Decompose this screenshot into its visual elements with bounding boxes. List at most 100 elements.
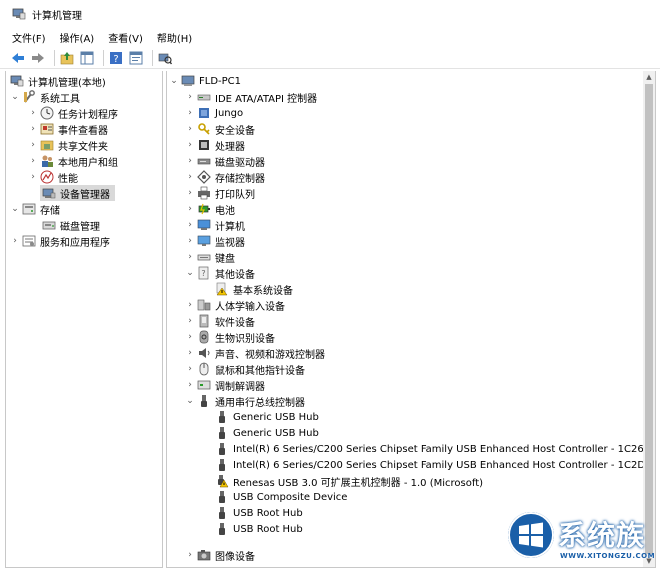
chevron-right-icon[interactable]: › [28, 137, 38, 153]
tree-item-label: 系统工具 [40, 93, 80, 105]
device-category-jungo[interactable]: › Jungo [185, 105, 244, 121]
device-tree-root[interactable]: ⌄ FLD-PC1 [169, 73, 242, 89]
device-usb-hub[interactable]: Generic USB Hub [213, 409, 320, 425]
chevron-right-icon[interactable]: › [185, 185, 195, 201]
device-category-usb-controllers[interactable]: ⌄ 通用串行总线控制器 [185, 393, 306, 409]
tree-item-performance[interactable]: › 性能 [28, 169, 79, 185]
chevron-right-icon[interactable]: › [28, 105, 38, 121]
tree-item-label: 任务计划程序 [58, 109, 118, 121]
scroll-thumb[interactable] [645, 84, 653, 554]
device-usb-host-controller-1c2d[interactable]: Intel(R) 6 Series/C200 Series Chipset Fa… [213, 457, 646, 473]
device-label: 人体学输入设备 [215, 301, 285, 313]
chevron-down-icon[interactable]: ⌄ [185, 265, 195, 281]
tree-item-system-tools[interactable]: ⌄ 系统工具 [10, 89, 81, 105]
menu-help[interactable]: 帮助(H) [157, 30, 192, 45]
device-usb-root-hub[interactable]: USB Root Hub [213, 505, 304, 521]
device-category-other-devices[interactable]: ⌄ ? 其他设备 [185, 265, 256, 281]
tree-item-device-manager[interactable]: 设备管理器 [40, 185, 115, 201]
users-icon [40, 154, 54, 168]
chevron-down-icon[interactable]: ⌄ [185, 393, 195, 409]
toolbar-separator [152, 49, 153, 66]
device-category-storage-controllers[interactable]: › 存储控制器 [185, 169, 266, 185]
device-category-print-queues[interactable]: › 打印队列 [185, 185, 256, 201]
computer-management-icon [10, 74, 24, 88]
device-label: 安全设备 [215, 125, 255, 137]
device-category-imaging[interactable]: › 图像设备 [185, 547, 256, 563]
device-category-batteries[interactable]: › 电池 [185, 201, 236, 217]
modem-icon [197, 378, 211, 392]
menu-file[interactable]: 文件(F) [12, 30, 46, 45]
chevron-down-icon[interactable]: ⌄ [10, 89, 20, 105]
vertical-scrollbar[interactable]: ▲ ▼ [643, 71, 655, 567]
chevron-right-icon[interactable]: › [185, 201, 195, 217]
scroll-up-icon[interactable]: ▲ [643, 71, 655, 83]
device-label: 基本系统设备 [233, 285, 293, 297]
device-renesas-usb3[interactable]: Renesas USB 3.0 可扩展主机控制器 - 1.0 (Microsof… [213, 473, 484, 489]
chevron-right-icon[interactable]: › [185, 233, 195, 249]
device-base-system-device[interactable]: 基本系统设备 [213, 281, 294, 297]
chevron-right-icon[interactable]: › [185, 313, 195, 329]
chevron-right-icon[interactable]: › [185, 89, 195, 105]
menu-view[interactable]: 查看(V) [108, 30, 143, 45]
svg-text:?: ? [201, 269, 205, 278]
chevron-down-icon[interactable]: ⌄ [169, 73, 179, 89]
chevron-down-icon[interactable]: ⌄ [10, 201, 20, 217]
tree-item-disk-management[interactable]: 磁盘管理 [40, 217, 101, 233]
chevron-right-icon[interactable]: › [28, 169, 38, 185]
device-usb-host-controller-1c26[interactable]: Intel(R) 6 Series/C200 Series Chipset Fa… [213, 441, 645, 457]
chevron-right-icon[interactable]: › [185, 249, 195, 265]
device-tree-root-label: FLD-PC1 [199, 75, 242, 87]
properties-icon[interactable] [128, 50, 144, 66]
device-category-processor[interactable]: › 处理器 [185, 137, 246, 153]
device-category-security[interactable]: › 安全设备 [185, 121, 256, 137]
tree-item-services-applications[interactable]: › 服务和应用程序 [10, 233, 111, 249]
tree-item-computer-management[interactable]: 计算机管理(本地) [8, 73, 107, 89]
chevron-right-icon[interactable]: › [185, 377, 195, 393]
device-category-software-devices[interactable]: › 软件设备 [185, 313, 256, 329]
help-icon[interactable]: ? [108, 50, 124, 66]
tree-item-task-scheduler[interactable]: › 任务计划程序 [28, 105, 119, 121]
scan-hardware-icon[interactable] [157, 50, 173, 66]
tree-item-local-users-groups[interactable]: › 本地用户和组 [28, 153, 119, 169]
device-usb-hub[interactable]: Generic USB Hub [213, 425, 320, 441]
forward-icon[interactable] [30, 50, 46, 66]
device-category-monitors[interactable]: › 监视器 [185, 233, 246, 249]
tree-item-label: 磁盘管理 [60, 221, 100, 233]
chevron-right-icon[interactable]: › [185, 361, 195, 377]
chevron-right-icon[interactable]: › [185, 153, 195, 169]
device-category-ide[interactable]: › IDE ATA/ATAPI 控制器 [185, 89, 318, 105]
chevron-right-icon[interactable]: › [185, 345, 195, 361]
chevron-right-icon[interactable]: › [10, 233, 20, 249]
device-category-keyboards[interactable]: › 键盘 [185, 249, 236, 265]
back-icon[interactable] [10, 50, 26, 66]
show-hide-tree-icon[interactable] [79, 50, 95, 66]
device-usb-root-hub[interactable]: USB Root Hub [213, 521, 304, 537]
printer-icon [197, 186, 211, 200]
menu-action[interactable]: 操作(A) [60, 30, 95, 45]
chevron-right-icon[interactable]: › [28, 153, 38, 169]
device-label: Generic USB Hub [233, 411, 319, 423]
device-category-mice[interactable]: › 鼠标和其他指针设备 [185, 361, 306, 377]
device-label: 鼠标和其他指针设备 [215, 365, 305, 377]
chevron-right-icon[interactable]: › [185, 105, 195, 121]
device-category-modems[interactable]: › 调制解调器 [185, 377, 266, 393]
device-category-computer[interactable]: › 计算机 [185, 217, 246, 233]
device-category-biometric[interactable]: › 生物识别设备 [185, 329, 276, 345]
chevron-right-icon[interactable]: › [185, 169, 195, 185]
chevron-right-icon[interactable]: › [185, 297, 195, 313]
device-category-sound[interactable]: › 声音、视频和游戏控制器 [185, 345, 326, 361]
chevron-right-icon[interactable]: › [185, 217, 195, 233]
chevron-right-icon[interactable]: › [185, 547, 195, 563]
device-category-hid[interactable]: › 人体学输入设备 [185, 297, 286, 313]
disk-management-icon [42, 218, 56, 232]
chevron-right-icon[interactable]: › [185, 329, 195, 345]
tree-item-storage[interactable]: ⌄ 存储 [10, 201, 61, 217]
device-usb-composite[interactable]: USB Composite Device [213, 489, 348, 505]
device-category-disk-drives[interactable]: › 磁盘驱动器 [185, 153, 266, 169]
tree-item-shared-folders[interactable]: › 共享文件夹 [28, 137, 109, 153]
up-folder-icon[interactable] [59, 50, 75, 66]
chevron-right-icon[interactable]: › [185, 137, 195, 153]
chevron-right-icon[interactable]: › [28, 121, 38, 137]
tree-item-event-viewer[interactable]: › 事件查看器 [28, 121, 109, 137]
chevron-right-icon[interactable]: › [185, 121, 195, 137]
